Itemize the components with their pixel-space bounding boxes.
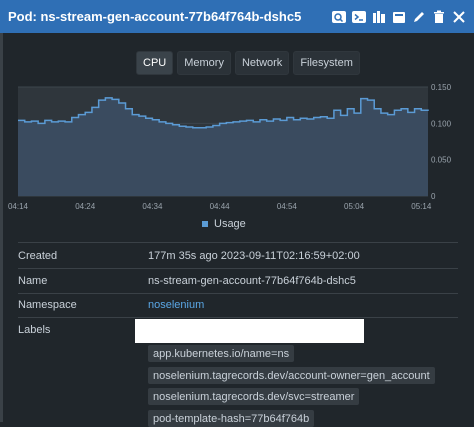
divider: [18, 293, 458, 294]
attach-icon[interactable]: [392, 10, 406, 24]
y-tick-label: 0: [431, 192, 436, 201]
terminal-icon[interactable]: [352, 10, 366, 24]
namespace-label: Namespace: [18, 299, 77, 311]
x-tick-label: 04:54: [277, 202, 298, 211]
drawer-header: Pod: ns-stream-gen-account-77b64f764b-ds…: [0, 0, 474, 33]
legend-swatch-usage: [202, 221, 208, 227]
y-tick-label: 0.150: [431, 83, 452, 92]
search-icon[interactable]: [332, 10, 346, 24]
x-tick-label: 04:14: [8, 202, 29, 211]
tab-network[interactable]: Network: [234, 51, 290, 75]
chart-legend: Usage: [202, 218, 246, 230]
divider: [18, 242, 458, 243]
name-value: ns-stream-gen-account-77b64f764b-dshc5: [148, 275, 356, 287]
cpu-usage-chart: 0 0.050 0.100 0.150 04:14 04:24 04:34 04:44 04:…: [8, 83, 452, 211]
redacted-box: [135, 319, 364, 343]
x-tick-label: 04:24: [75, 202, 96, 211]
label-chip: app.kubernetes.io/name=ns: [148, 345, 295, 362]
name-label: Name: [18, 275, 48, 287]
label-chip: noselenium.tagrecords.dev/svc=streamer: [148, 388, 360, 405]
logs-icon[interactable]: [372, 10, 386, 24]
edit-icon[interactable]: [412, 10, 426, 24]
labels-label: Labels: [18, 324, 51, 336]
page-title: Pod: ns-stream-gen-account-77b64f764b-ds…: [8, 9, 302, 24]
y-tick-label: 0.100: [431, 119, 452, 128]
x-tick-label: 04:44: [210, 202, 231, 211]
label-chip: pod-template-hash=77b64f764b: [148, 410, 315, 427]
delete-icon[interactable]: [432, 10, 446, 24]
close-icon[interactable]: [452, 10, 466, 24]
created-label: Created: [18, 250, 58, 262]
metrics-tabs: CPU Memory Network Filesystem: [136, 51, 360, 75]
legend-label-usage: Usage: [214, 218, 246, 230]
label-chip: noselenium.tagrecords.dev/account-owner=…: [148, 367, 435, 384]
created-value: 177m 35s ago 2023-09-11T02:16:59+02:00: [148, 250, 360, 262]
tab-filesystem[interactable]: Filesystem: [293, 51, 360, 75]
x-tick-label: 05:04: [344, 202, 365, 211]
tab-memory[interactable]: Memory: [177, 51, 231, 75]
y-tick-label: 0.050: [431, 156, 452, 165]
x-tick-label: 05:14: [411, 202, 432, 211]
namespace-link[interactable]: noselenium: [148, 299, 204, 311]
x-tick-label: 04:34: [142, 202, 163, 211]
divider: [18, 268, 458, 269]
tab-cpu[interactable]: CPU: [136, 51, 174, 75]
divider: [18, 317, 458, 318]
